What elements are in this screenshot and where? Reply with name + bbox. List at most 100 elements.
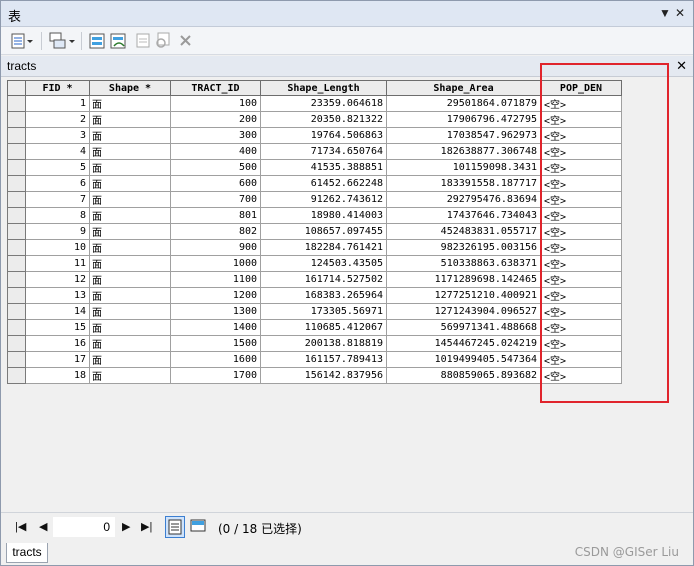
cell-shape-length[interactable]: 19764.506863 — [260, 127, 387, 144]
row-selector-header[interactable] — [7, 80, 26, 96]
close-table-icon[interactable]: ✕ — [676, 58, 687, 74]
cell-shape[interactable]: 面 — [89, 367, 171, 384]
cell-shape[interactable]: 面 — [89, 239, 171, 256]
table-row[interactable]: 18 面 1700 156142.837956 880859065.893682 <空> — [7, 367, 622, 384]
close-icon[interactable]: ✕ — [673, 6, 687, 20]
cell-shape[interactable]: 面 — [89, 111, 171, 128]
record-number-input[interactable]: 0 — [53, 517, 115, 537]
row-selector[interactable] — [7, 143, 26, 160]
row-selector[interactable] — [7, 159, 26, 176]
row-selector[interactable] — [7, 191, 26, 208]
cell-shape-area[interactable]: 182638877.306748 — [386, 143, 541, 160]
cell-tract-id[interactable]: 400 — [170, 143, 261, 160]
cell-shape-area[interactable]: 1171289698.142465 — [386, 271, 541, 288]
column-header-tract-id[interactable]: TRACT_ID — [170, 80, 261, 96]
clear-selection-icon[interactable] — [135, 32, 153, 50]
switch-selection-icon[interactable] — [110, 32, 128, 50]
cell-shape-length[interactable]: 20350.821322 — [260, 111, 387, 128]
cell-tract-id[interactable]: 1300 — [170, 303, 261, 320]
cell-shape[interactable]: 面 — [89, 303, 171, 320]
table-row[interactable]: 8 面 801 18980.414003 17437646.734043 <空> — [7, 207, 622, 224]
cell-tract-id[interactable]: 802 — [170, 223, 261, 240]
row-selector[interactable] — [7, 303, 26, 320]
cell-shape-length[interactable]: 110685.412067 — [260, 319, 387, 336]
cell-fid[interactable]: 11 — [25, 255, 90, 272]
show-all-records-icon[interactable] — [165, 516, 185, 538]
cell-fid[interactable]: 12 — [25, 271, 90, 288]
cell-shape-length[interactable]: 124503.43505 — [260, 255, 387, 272]
cell-fid[interactable]: 13 — [25, 287, 90, 304]
table-row[interactable]: 2 面 200 20350.821322 17906796.472795 <空> — [7, 111, 622, 128]
column-header-shape[interactable]: Shape * — [89, 80, 171, 96]
cell-shape-area[interactable]: 292795476.83694 — [386, 191, 541, 208]
row-selector[interactable] — [7, 319, 26, 336]
cell-shape-length[interactable]: 173305.56971 — [260, 303, 387, 320]
select-by-attributes-icon[interactable] — [89, 32, 107, 50]
cell-tract-id[interactable]: 801 — [170, 207, 261, 224]
table-row[interactable]: 10 面 900 182284.761421 982326195.003156 <空> — [7, 239, 622, 256]
cell-shape[interactable]: 面 — [89, 319, 171, 336]
bottom-tab-tracts[interactable]: tracts — [6, 543, 48, 563]
cell-tract-id[interactable]: 1600 — [170, 351, 261, 368]
cell-tract-id[interactable]: 1700 — [170, 367, 261, 384]
cell-tract-id[interactable]: 600 — [170, 175, 261, 192]
row-selector[interactable] — [7, 239, 26, 256]
table-row[interactable]: 16 面 1500 200138.818819 1454467245.024219 <空> — [7, 335, 622, 352]
column-header-fid[interactable]: FID * — [25, 80, 90, 96]
cell-shape-length[interactable]: 61452.662248 — [260, 175, 387, 192]
cell-fid[interactable]: 8 — [25, 207, 90, 224]
cell-shape-length[interactable]: 71734.650764 — [260, 143, 387, 160]
row-selector[interactable] — [7, 271, 26, 288]
cell-shape[interactable]: 面 — [89, 175, 171, 192]
cell-shape[interactable]: 面 — [89, 143, 171, 160]
cell-shape-area[interactable]: 1454467245.024219 — [386, 335, 541, 352]
table-options-icon[interactable] — [11, 32, 33, 50]
cell-fid[interactable]: 14 — [25, 303, 90, 320]
cell-tract-id[interactable]: 100 — [170, 95, 261, 112]
cell-shape-area[interactable]: 101159098.3431 — [386, 159, 541, 176]
cell-shape-length[interactable]: 41535.388851 — [260, 159, 387, 176]
cell-tract-id[interactable]: 1000 — [170, 255, 261, 272]
cell-shape-area[interactable]: 183391558.187717 — [386, 175, 541, 192]
cell-fid[interactable]: 1 — [25, 95, 90, 112]
row-selector[interactable] — [7, 95, 26, 112]
cell-shape-area[interactable]: 1019499405.547364 — [386, 351, 541, 368]
cell-tract-id[interactable]: 1200 — [170, 287, 261, 304]
row-selector[interactable] — [7, 111, 26, 128]
cell-fid[interactable]: 4 — [25, 143, 90, 160]
cell-fid[interactable]: 2 — [25, 111, 90, 128]
table-row[interactable]: 14 面 1300 173305.56971 1271243904.096527 <空> — [7, 303, 622, 320]
table-row[interactable]: 13 面 1200 168383.265964 1277251210.400921 <空> — [7, 287, 622, 304]
cell-shape-area[interactable]: 569971341.488668 — [386, 319, 541, 336]
cell-shape[interactable]: 面 — [89, 207, 171, 224]
cell-fid[interactable]: 10 — [25, 239, 90, 256]
row-selector[interactable] — [7, 287, 26, 304]
cell-shape[interactable]: 面 — [89, 287, 171, 304]
table-row[interactable]: 5 面 500 41535.388851 101159098.3431 <空> — [7, 159, 622, 176]
cell-shape[interactable]: 面 — [89, 335, 171, 352]
cell-shape-length[interactable]: 108657.097455 — [260, 223, 387, 240]
cell-tract-id[interactable]: 200 — [170, 111, 261, 128]
cell-fid[interactable]: 9 — [25, 223, 90, 240]
cell-shape-area[interactable]: 982326195.003156 — [386, 239, 541, 256]
table-row[interactable]: 9 面 802 108657.097455 452483831.055717 <空> — [7, 223, 622, 240]
cell-tract-id[interactable]: 900 — [170, 239, 261, 256]
next-record-icon[interactable]: ▶ — [122, 520, 130, 533]
cell-shape-length[interactable]: 161714.527502 — [260, 271, 387, 288]
column-header-shape-length[interactable]: Shape_Length — [260, 80, 387, 96]
row-selector[interactable] — [7, 175, 26, 192]
table-row[interactable]: 15 面 1400 110685.412067 569971341.488668 <空> — [7, 319, 622, 336]
cell-fid[interactable]: 6 — [25, 175, 90, 192]
cell-shape-area[interactable]: 17038547.962973 — [386, 127, 541, 144]
table-row[interactable]: 1 面 100 23359.064618 29501864.071879 <空> — [7, 95, 622, 112]
table-row[interactable]: 3 面 300 19764.506863 17038547.962973 <空> — [7, 127, 622, 144]
table-row[interactable]: 6 面 600 61452.662248 183391558.187717 <空> — [7, 175, 622, 192]
table-row[interactable]: 11 面 1000 124503.43505 510338863.638371 <空> — [7, 255, 622, 272]
row-selector[interactable] — [7, 223, 26, 240]
show-selected-records-icon[interactable] — [189, 517, 207, 535]
cell-shape[interactable]: 面 — [89, 223, 171, 240]
table-row[interactable]: 7 面 700 91262.743612 292795476.83694 <空> — [7, 191, 622, 208]
cell-shape-length[interactable]: 182284.761421 — [260, 239, 387, 256]
delete-selected-icon[interactable] — [177, 32, 195, 50]
cell-shape-area[interactable]: 880859065.893682 — [386, 367, 541, 384]
